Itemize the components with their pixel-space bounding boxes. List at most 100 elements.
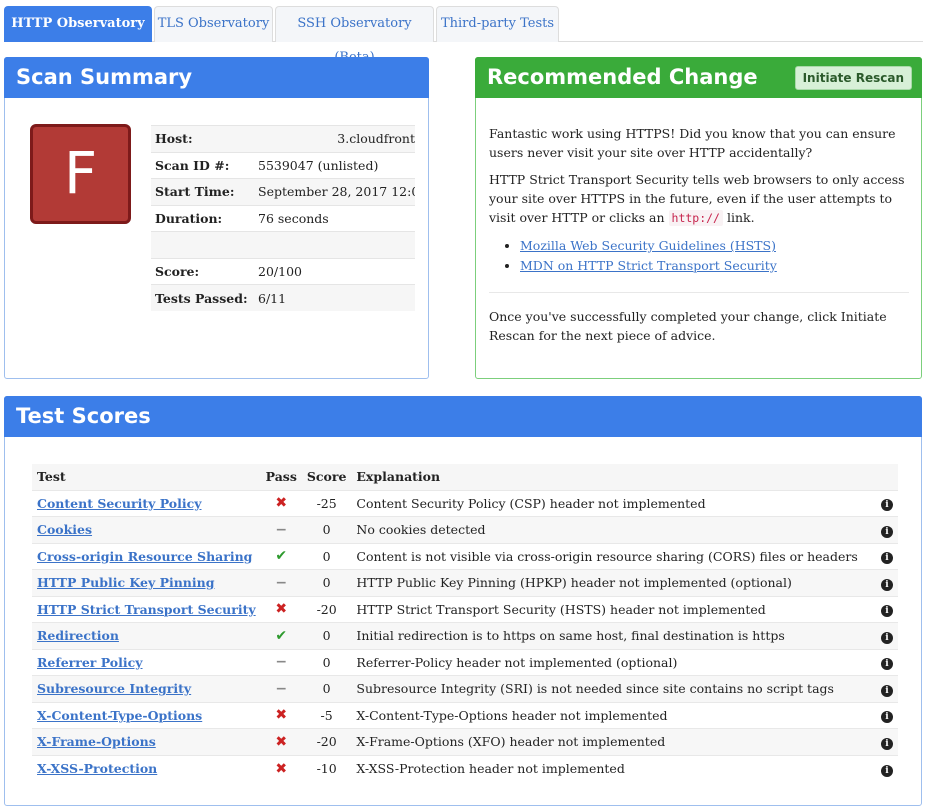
summary-label: Host:	[151, 125, 254, 152]
test-link[interactable]: X-Frame-Options	[37, 734, 156, 749]
score-cell: 0	[301, 516, 352, 543]
info-icon[interactable]: i	[881, 499, 893, 512]
info-cell: i	[876, 489, 898, 517]
link-mdn-hsts[interactable]: MDN on HTTP Strict Transport Security	[520, 258, 777, 273]
info-cell: i	[876, 595, 898, 623]
test-name-cell: HTTP Public Key Pinning	[32, 569, 261, 596]
tab-third-party-tests[interactable]: Third-party Tests	[436, 6, 559, 42]
link-mozilla-guidelines[interactable]: Mozilla Web Security Guidelines (HSTS)	[520, 238, 776, 253]
info-icon[interactable]: i	[881, 578, 893, 591]
pass-cell: ✖	[260, 728, 302, 755]
observatory-tabs: HTTP Observatory TLS Observatory SSH Obs…	[4, 6, 923, 65]
dash-icon: −	[275, 521, 288, 538]
info-cell: i	[876, 728, 898, 755]
test-link[interactable]: Redirection	[37, 628, 119, 643]
info-icon[interactable]: i	[881, 764, 893, 777]
list-item: Mozilla Web Security Guidelines (HSTS)	[520, 236, 909, 255]
table-row: X-Frame-Options ✖ -20 X-Frame-Options (XFO)…	[32, 728, 898, 755]
table-row: Subresource Integrity −0 Subresource Integ…	[32, 675, 898, 702]
info-icon[interactable]: i	[881, 711, 893, 724]
recommended-change-heading: Recommended Change	[487, 65, 758, 89]
explanation-cell: Referrer-Policy header not implemented (…	[351, 648, 876, 676]
table-row: Redirection ✔ 0 Initial redirection is to h…	[32, 622, 898, 649]
test-link[interactable]: X-Content-Type-Options	[37, 708, 202, 723]
test-name-cell: Content Security Policy	[32, 489, 261, 517]
summary-label: Tests Passed:	[151, 284, 254, 311]
pass-cell: −	[260, 675, 302, 702]
check-icon: ✔	[275, 627, 288, 644]
score-cell: 0	[301, 648, 352, 676]
table-row: Referrer Policy −0 Referrer-Policy header …	[32, 648, 898, 676]
summary-row: Score: 20/100	[151, 258, 415, 285]
summary-label: Score:	[155, 263, 200, 279]
summary-value: 6/11	[254, 284, 415, 311]
info-cell: i	[876, 569, 898, 596]
info-icon[interactable]: i	[881, 552, 893, 565]
info-icon[interactable]: i	[881, 631, 893, 644]
explanation-cell: HTTP Public Key Pinning (HPKP) header no…	[351, 569, 876, 596]
summary-label: Duration:	[155, 210, 223, 226]
score-cell: -5	[301, 701, 352, 729]
info-cell: i	[876, 675, 898, 702]
test-link[interactable]: HTTP Strict Transport Security	[37, 602, 256, 617]
cross-icon: ✖	[275, 495, 288, 512]
test-name-cell: Referrer Policy	[32, 648, 261, 676]
cross-icon: ✖	[275, 733, 288, 750]
test-link[interactable]: Content Security Policy	[37, 496, 202, 511]
summary-value: 3.cloudfront	[254, 125, 415, 152]
recommendation-body: Fantastic work using HTTPS! Did you know…	[489, 124, 909, 353]
recommendation-footer: Once you've successfully completed your …	[489, 309, 887, 343]
table-row: Cookies −0 No cookies detected i	[32, 516, 898, 543]
dash-icon: −	[275, 680, 288, 697]
tab-http-observatory[interactable]: HTTP Observatory	[4, 6, 152, 42]
explanation-cell: HTTP Strict Transport Security (HSTS) he…	[351, 595, 876, 623]
scan-summary-title: Scan Summary	[4, 57, 429, 98]
test-link[interactable]: Cookies	[37, 522, 92, 537]
pass-cell: −	[260, 569, 302, 596]
header-info	[876, 464, 898, 490]
test-name-cell: HTTP Strict Transport Security	[32, 595, 261, 623]
recommended-change-title: Recommended Change Initiate Rescan	[475, 57, 922, 98]
tab-ssh-observatory[interactable]: SSH Observatory (Beta)	[275, 6, 434, 65]
score-cell: -10	[301, 754, 352, 782]
http-code: http://	[668, 210, 723, 226]
score-cell: -20	[301, 728, 352, 755]
info-icon[interactable]: i	[881, 737, 893, 750]
explanation-cell: X-Frame-Options (XFO) header not impleme…	[351, 728, 876, 755]
pass-cell: ✔	[260, 622, 302, 649]
table-row: HTTP Strict Transport Security ✖ -20 HTTP S…	[32, 595, 898, 623]
info-icon[interactable]: i	[881, 684, 893, 697]
initiate-rescan-button[interactable]: Initiate Rescan	[794, 66, 912, 90]
score-cell: 0	[301, 622, 352, 649]
header-score: Score	[301, 464, 352, 490]
tab-tls-observatory[interactable]: TLS Observatory	[154, 6, 273, 42]
check-icon: ✔	[275, 548, 288, 565]
test-name-cell: X-Frame-Options	[32, 728, 261, 755]
test-link[interactable]: Subresource Integrity	[37, 681, 191, 696]
info-cell: i	[876, 542, 898, 570]
info-icon[interactable]: i	[881, 605, 893, 618]
info-icon[interactable]: i	[881, 658, 893, 671]
info-cell: i	[876, 701, 898, 729]
test-link[interactable]: Referrer Policy	[37, 655, 143, 670]
table-row: X-Content-Type-Options ✖ -5 X-Content-Type-…	[32, 701, 898, 729]
info-cell: i	[876, 754, 898, 782]
recommendation-detail: HTTP Strict Transport Security tells web…	[489, 170, 909, 228]
pass-cell: −	[260, 516, 302, 543]
test-link[interactable]: Cross-origin Resource Sharing	[37, 549, 252, 564]
info-icon[interactable]: i	[881, 525, 893, 538]
summary-value: 76 seconds	[258, 210, 329, 226]
dash-icon: −	[275, 654, 288, 671]
score-cell: -20	[301, 595, 352, 623]
table-row: HTTP Public Key Pinning −0 HTTP Public Key…	[32, 569, 898, 596]
score-cell: 0	[301, 542, 352, 570]
pass-cell: ✔	[260, 542, 302, 570]
table-row: Content Security Policy ✖ -25 Content Secur…	[32, 489, 898, 517]
pass-cell: ✖	[260, 754, 302, 782]
test-link[interactable]: X-XSS-Protection	[37, 761, 157, 776]
reference-links: Mozilla Web Security Guidelines (HSTS) M…	[489, 236, 909, 275]
test-link[interactable]: HTTP Public Key Pinning	[37, 575, 214, 590]
explanation-cell: Initial redirection is to https on same …	[351, 622, 876, 649]
summary-value: 20/100	[258, 263, 302, 279]
test-name-cell: Cookies	[32, 516, 261, 543]
